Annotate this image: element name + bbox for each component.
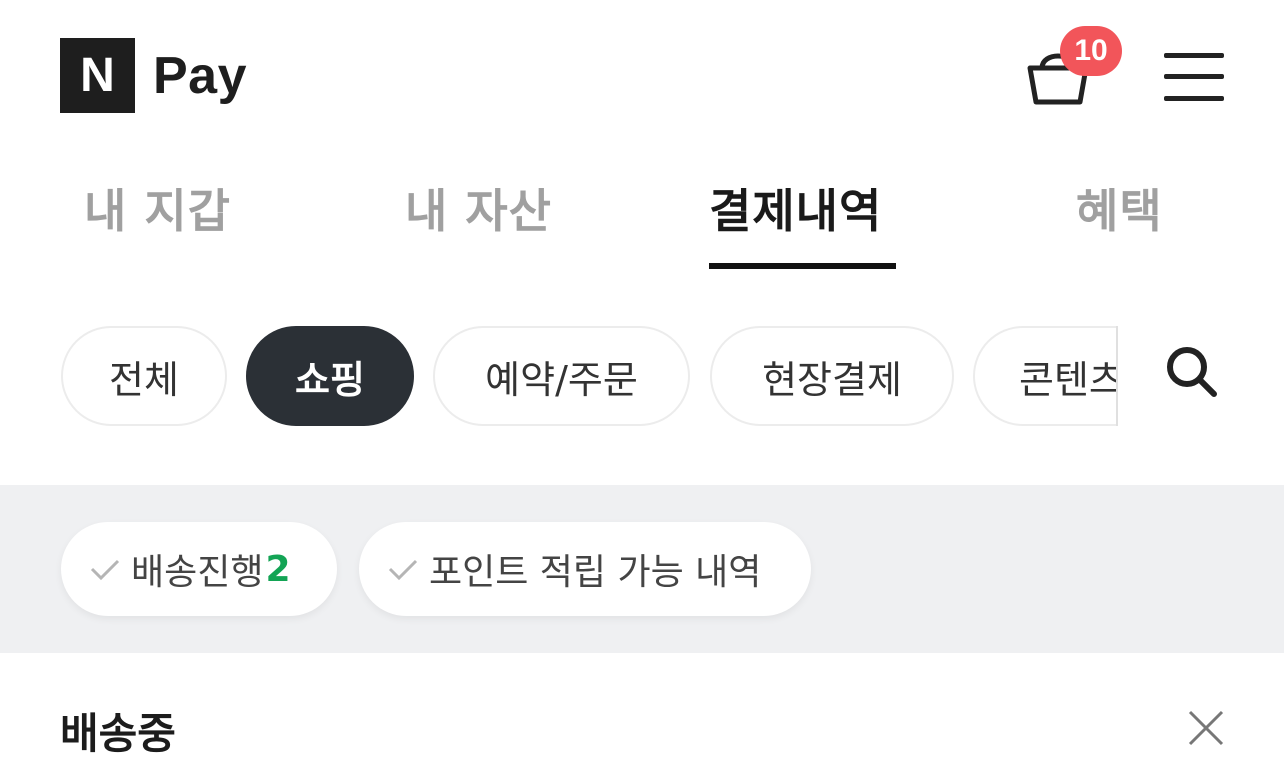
tab-my-wallet[interactable]: 내 지갑: [84, 175, 231, 241]
check-icon: [388, 559, 418, 581]
shipping-in-progress-label: 배송진행: [131, 552, 264, 593]
npay-logo[interactable]: N Pay: [60, 38, 247, 113]
chip-shopping[interactable]: 쇼핑: [246, 326, 414, 426]
hamburger-menu-icon[interactable]: [1164, 53, 1224, 101]
chip-onsite-payment[interactable]: 현장결제: [710, 326, 954, 426]
chip-contents[interactable]: 콘텐츠: [973, 326, 1116, 426]
chip-reservation-order[interactable]: 예약/주문: [433, 326, 690, 426]
shipping-count: 2: [265, 548, 291, 590]
tab-my-assets[interactable]: 내 자산: [405, 175, 552, 241]
section-title-shipping: 배송중: [60, 709, 176, 758]
active-tab-indicator: [709, 263, 896, 269]
logo-mark: N: [60, 38, 135, 113]
cart-button[interactable]: 10: [1022, 26, 1122, 110]
tab-payment-history[interactable]: 결제내역: [709, 175, 882, 241]
points-eligible-label: 포인트 적립 가능 내역: [429, 552, 762, 593]
cart-count-badge: 10: [1060, 26, 1122, 76]
check-icon: [90, 559, 120, 581]
shipping-in-progress-filter[interactable]: 배송진행 2: [61, 522, 337, 616]
close-icon[interactable]: [1186, 708, 1226, 748]
logo-text: Pay: [153, 46, 248, 105]
payment-history-page: N Pay 10 내 지갑 내 자산 결제내역 혜택 전체 쇼핑 예약/주문 현…: [0, 0, 1284, 773]
tab-benefits[interactable]: 혜택: [1076, 175, 1163, 241]
search-icon[interactable]: [1160, 340, 1224, 404]
points-eligible-filter[interactable]: 포인트 적립 가능 내역: [359, 522, 811, 616]
chip-all[interactable]: 전체: [61, 326, 227, 426]
chip-scroll-edge: [1116, 326, 1118, 426]
